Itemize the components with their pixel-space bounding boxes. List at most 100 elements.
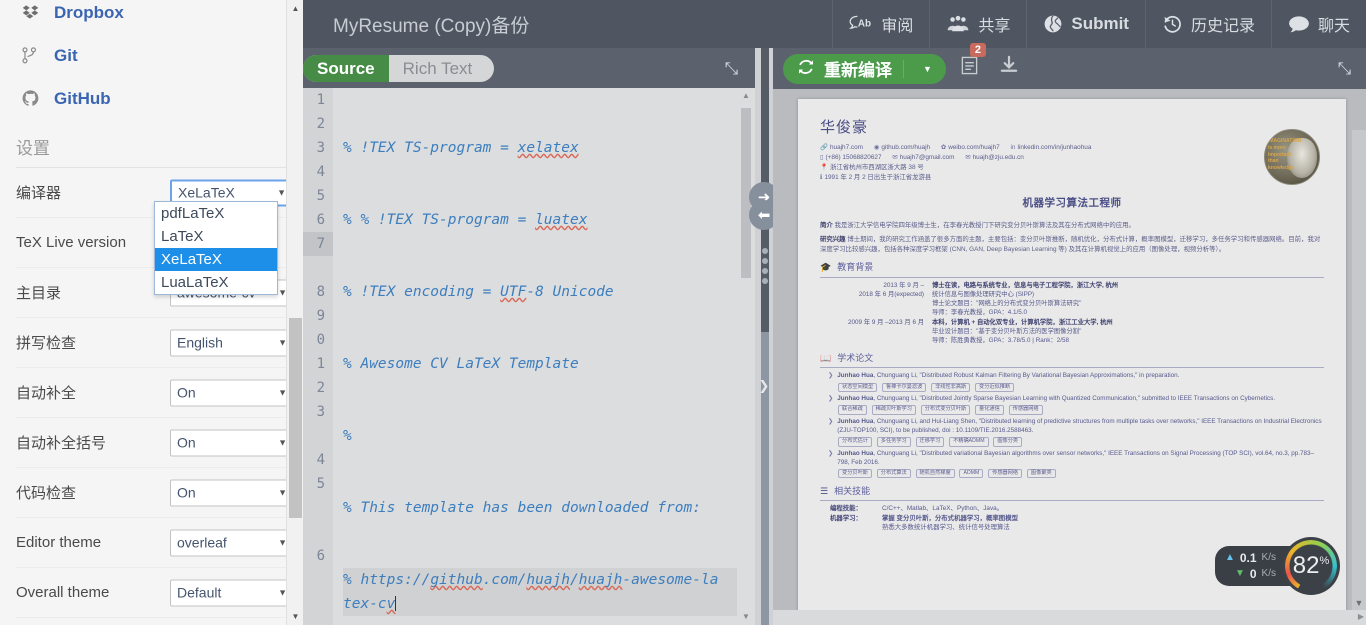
review-button[interactable]: Ab 审阅 xyxy=(832,0,929,48)
sidebar-scrollbar[interactable]: ▲ ▼ xyxy=(286,0,303,625)
sidebar-scrollbar-thumb[interactable] xyxy=(289,318,302,518)
resume-photo: IMAGINATION is more important than knowl… xyxy=(1264,129,1320,185)
expand-arrows-icon[interactable]: ⤢ xyxy=(1338,59,1352,79)
git-icon xyxy=(22,47,54,64)
education-entry: 2013 年 9 月 – 2018 年 6 月(expected) 博士在读，电… xyxy=(820,281,1324,318)
history-button[interactable]: 历史记录 xyxy=(1144,0,1271,48)
photo-caption: IMAGINATION is more important than knowl… xyxy=(1268,138,1302,171)
dropdown-option-latex[interactable]: LaTeX xyxy=(155,225,277,248)
skill-row: 熟悉大多数统计机器学习、统计信号处理算法 xyxy=(820,523,1324,532)
editor-toolbar: Source Rich Text ⤢ xyxy=(303,48,755,88)
editor-scrollbar[interactable]: ▲ ▼ xyxy=(737,88,755,625)
overall-theme-select[interactable]: Default ▼ xyxy=(170,579,294,606)
publication-tags: 联合稀疏 稀疏贝叶斯学习 分布式变分贝叶斯 量化通信 传感器网络 xyxy=(820,404,1324,415)
main-area: MyResume (Copy)备份 Ab 审阅 共享 Submit 历史记录 聊… xyxy=(303,0,1366,625)
grip-dot xyxy=(762,268,768,274)
scroll-up-arrow-icon[interactable]: ▲ xyxy=(737,88,755,104)
mail-icon: ✉ xyxy=(965,153,971,161)
publication-item: ❯ Junhao Hua, Chunguang Li, and Hui-Lian… xyxy=(820,417,1324,435)
linkedin-icon: in xyxy=(1010,143,1016,151)
chat-button[interactable]: 聊天 xyxy=(1270,0,1366,48)
overleaf-editor-window: Dropbox Git GitHub 设置 编译器 XeLaTeX ▼ pdfL… xyxy=(0,0,1366,625)
scroll-down-arrow-icon[interactable]: ▼ xyxy=(287,608,303,625)
tag: 传感器网络 xyxy=(1008,405,1043,415)
line-number: 9 xyxy=(316,308,325,324)
grip-dot xyxy=(762,258,768,264)
section-publications: 📖 学术论文 xyxy=(820,352,1324,365)
share-people-icon xyxy=(946,15,970,33)
setting-label: TeX Live version xyxy=(16,234,127,251)
dropdown-option-lualatex[interactable]: LuaLaTeX xyxy=(155,271,277,294)
download-button[interactable] xyxy=(999,55,1019,82)
network-monitor-widget[interactable]: ▲ 0.1 K/s ▼ 0 K/s 82% xyxy=(1214,537,1340,595)
dropbox-icon xyxy=(22,4,54,21)
tag: 图像分类 xyxy=(993,437,1023,447)
submit-button[interactable]: Submit xyxy=(1026,0,1145,48)
editor-mode-toggle[interactable]: Source Rich Text xyxy=(303,55,495,82)
section-divider xyxy=(820,276,1324,278)
scroll-down-arrow-icon[interactable]: ▼ xyxy=(737,609,755,625)
code-line: % xyxy=(343,428,352,444)
expand-arrows-icon[interactable]: ⤢ xyxy=(725,59,739,79)
graduation-cap-icon: 🎓 xyxy=(820,262,832,273)
dropdown-option-xelatex[interactable]: XeLaTeX xyxy=(155,248,277,271)
book-icon: 📖 xyxy=(820,353,832,364)
autocomplete-select[interactable]: On ▼ xyxy=(170,379,294,406)
chevron-right-icon[interactable]: ❯ xyxy=(755,378,773,394)
tag: 稀疏贝叶斯学习 xyxy=(871,405,916,415)
setting-label: 代码检查 xyxy=(16,485,77,502)
pub-author: Junhao Hua xyxy=(837,372,874,380)
spellcheck-select[interactable]: English ▼ xyxy=(170,329,294,356)
code-line: % !TEX encoding = UTF-8 Unicode xyxy=(343,284,614,300)
splitter-grip-dots[interactable] xyxy=(760,244,770,288)
recompile-button[interactable]: 重新编译 ▼ xyxy=(783,53,946,84)
skill-value: 熟悉大多数统计机器学习、统计信号处理算法 xyxy=(882,523,1010,531)
interest-text: 博士期间，我的研究工作涵盖了很多方面的主题，主要包括：变分贝叶斯推断，随机优化，… xyxy=(820,236,1321,253)
logs-button[interactable]: 2 xyxy=(960,43,987,82)
history-clock-icon xyxy=(1162,14,1183,34)
code-check-select[interactable]: On ▼ xyxy=(170,479,294,506)
chevron-down-icon[interactable]: ▼ xyxy=(915,64,940,74)
line-number: 0 xyxy=(316,332,325,348)
tab-source[interactable]: Source xyxy=(303,55,389,82)
auto-close-brackets-value: On xyxy=(177,434,196,451)
code-content[interactable]: % !TEX TS-program = xelatex % % !TEX TS-… xyxy=(333,88,737,625)
sidebar-item-dropbox[interactable]: Dropbox xyxy=(0,0,303,34)
sidebar-item-label: Git xyxy=(54,45,78,65)
intro-text: 我是浙江大学信电学院四年级博士生，在李春光教授门下研究变分贝叶斯算法及其在分布式… xyxy=(834,221,1135,229)
contact-phone: ▯ (+86) 15068820627 xyxy=(820,153,882,161)
line-number: 6 xyxy=(316,548,325,564)
cpu-usage-gauge[interactable]: 82% xyxy=(1282,537,1340,595)
github-icon xyxy=(22,90,54,107)
pdf-horizontal-scrollbar[interactable]: ▶ xyxy=(773,610,1366,625)
dropdown-option-pdflatex[interactable]: pdfLaTeX xyxy=(155,202,277,225)
tag: 随机自然梯度 xyxy=(915,468,955,479)
pdf-scrollbar[interactable]: ▼ xyxy=(1352,130,1366,610)
code-line: % % !TEX TS-program = luatex xyxy=(343,212,588,228)
tag: 多任务学习 xyxy=(876,437,911,447)
contact-email-2: ✉ huajh@zju.edu.cn xyxy=(965,153,1024,161)
auto-close-brackets-select[interactable]: On ▼ xyxy=(170,429,294,456)
scroll-right-arrow-icon[interactable]: ▶ xyxy=(1358,612,1364,621)
resume-interests: 研究兴趣 博士期间，我的研究工作涵盖了很多方面的主题，主要包括：变分贝叶斯推断，… xyxy=(820,235,1324,254)
scroll-down-arrow-icon[interactable]: ▼ xyxy=(1352,598,1366,608)
line-number: 3 xyxy=(316,404,325,420)
line-number: 5 xyxy=(316,188,325,204)
settings-section-title: 设置 xyxy=(16,120,287,168)
arrow-left-icon: ⬅ xyxy=(757,207,771,224)
line-number: 4 xyxy=(316,164,325,180)
compiler-dropdown-list[interactable]: pdfLaTeX LaTeX XeLaTeX LuaLaTeX xyxy=(154,201,278,295)
tab-rich-text[interactable]: Rich Text xyxy=(389,55,495,82)
pane-splitter[interactable]: ➜ ⬅ ❯ xyxy=(749,48,779,625)
skill-value: 掌握 变分贝叶斯，分布式机器学习，概率图模型 xyxy=(882,514,1018,522)
project-title[interactable]: MyResume (Copy)备份 xyxy=(303,0,832,48)
editor-theme-select[interactable]: overleaf ▼ xyxy=(170,529,294,556)
tag: 分布式估计 xyxy=(838,437,872,447)
sidebar-item-github[interactable]: GitHub xyxy=(0,77,303,120)
education-line: 导师：李春光教授，GPA：4.1/5.0 xyxy=(932,308,1028,316)
section-skills: ☰ 相关技能 xyxy=(820,485,1324,498)
code-editor[interactable]: 1 2 3 4 5 6 7 8 9 0 1 2 3 4 5 6 % !TEX T… xyxy=(303,88,755,625)
share-button[interactable]: 共享 xyxy=(929,0,1026,48)
sidebar-item-git[interactable]: Git xyxy=(0,34,303,77)
scroll-up-arrow-icon[interactable]: ▲ xyxy=(287,0,303,17)
